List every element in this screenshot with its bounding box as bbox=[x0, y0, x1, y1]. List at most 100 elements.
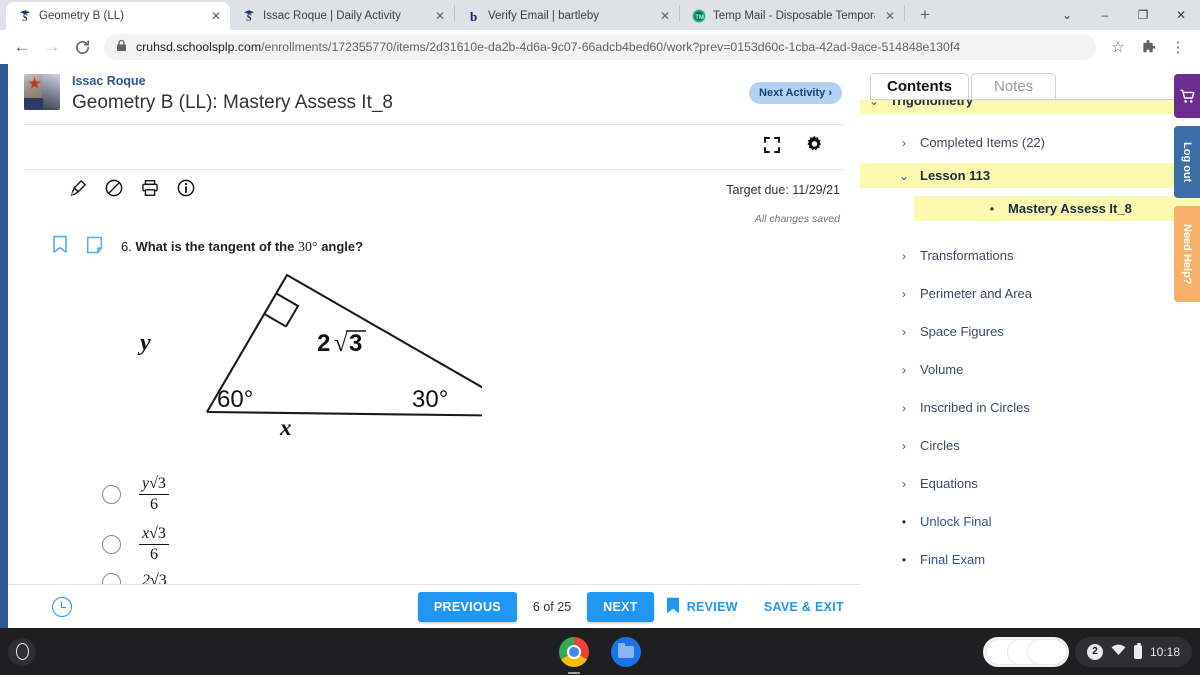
lock-icon bbox=[116, 39, 127, 55]
svg-text:60°: 60° bbox=[217, 386, 253, 413]
chrome-icon[interactable] bbox=[559, 636, 589, 674]
toc-label: Transformations bbox=[920, 248, 1014, 263]
browser-tab-title-1: Issac Roque | Daily Activity bbox=[263, 10, 401, 22]
maximize-icon[interactable]: ❐ bbox=[1124, 0, 1162, 30]
tab-notes[interactable]: Notes bbox=[971, 73, 1057, 100]
autosave-status: All changes saved bbox=[754, 213, 840, 225]
toc-label: Circles bbox=[920, 438, 960, 453]
fullscreen-icon[interactable] bbox=[763, 136, 781, 159]
toc-item-unlock-final[interactable]: • Unlock Final bbox=[860, 509, 1200, 534]
note-icon[interactable] bbox=[86, 236, 103, 259]
browser-tab-3[interactable]: TM Temp Mail - Disposable Tempora ✕ bbox=[680, 2, 904, 30]
minimize-icon[interactable]: – bbox=[1086, 0, 1124, 30]
next-button[interactable]: NEXT bbox=[587, 591, 654, 622]
toc-item-volume[interactable]: › Volume bbox=[860, 357, 1200, 382]
question-number: 6. bbox=[121, 238, 132, 254]
activity-bottom-bar: PREVIOUS 6 of 25 NEXT REVIEW SAVE & EXIT bbox=[8, 584, 860, 628]
close-icon[interactable]: ✕ bbox=[208, 8, 224, 24]
tab-strip: S Geometry B (LL) ✕ S Issac Roque | Dail… bbox=[0, 0, 1200, 30]
schoology-s-icon: S bbox=[17, 9, 32, 24]
page-title: Geometry B (LL): Mastery Assess It_8 bbox=[72, 92, 393, 113]
save-exit-button[interactable]: SAVE & EXIT bbox=[764, 600, 844, 614]
toc-item-lesson-113[interactable]: ⌄ Lesson 113 bbox=[860, 163, 1200, 188]
answer-choice-0[interactable]: y√3 6 bbox=[102, 469, 860, 519]
highlighter-icon[interactable] bbox=[68, 178, 88, 203]
schoology-s-icon: S bbox=[241, 9, 256, 24]
toc-item-equations[interactable]: › Equations bbox=[860, 471, 1200, 496]
choice-expression: x√3 6 bbox=[139, 525, 169, 564]
left-rail bbox=[0, 64, 8, 628]
chevron-right-icon: › bbox=[902, 400, 906, 415]
radio-button[interactable] bbox=[102, 484, 121, 504]
browser-tab-1[interactable]: S Issac Roque | Daily Activity ✕ bbox=[230, 2, 454, 30]
reload-icon[interactable] bbox=[68, 33, 96, 61]
avatar bbox=[24, 74, 60, 110]
toc-item-completed-items[interactable]: › Completed Items (22) bbox=[860, 130, 1200, 155]
toc-label: Perimeter and Area bbox=[920, 286, 1033, 301]
cart-icon[interactable] bbox=[1174, 74, 1200, 118]
browser-tab-2[interactable]: b Verify Email | bartleby ✕ bbox=[455, 2, 679, 30]
toc-item-mastery-assess-it-8[interactable]: • Mastery Assess It_8 bbox=[914, 196, 1200, 221]
clock-icon[interactable] bbox=[52, 596, 72, 617]
tempmail-icon: TM bbox=[691, 9, 706, 24]
gear-icon[interactable] bbox=[805, 135, 824, 159]
radio-button[interactable] bbox=[102, 534, 121, 554]
question-prompt-angle: 30° bbox=[297, 239, 318, 255]
triangle-figure: y 2 √ 3 60° 30° x bbox=[102, 263, 860, 443]
toc-item-transformations[interactable]: › Transformations bbox=[860, 243, 1200, 268]
address-bar-text: cruhsd.schoolsplp.com/enrollments/172355… bbox=[136, 40, 960, 54]
tab-contents[interactable]: Contents bbox=[870, 73, 969, 100]
new-tab-button[interactable]: + bbox=[911, 1, 939, 29]
page-body: Issac Roque Geometry B (LL): Mastery Ass… bbox=[0, 64, 1200, 628]
close-icon[interactable]: ✕ bbox=[882, 8, 898, 24]
chromeos-shelf: 2 10:18 bbox=[0, 628, 1200, 675]
back-icon[interactable]: ← bbox=[8, 33, 36, 61]
browser-tab-title-3: Temp Mail - Disposable Tempora bbox=[713, 10, 875, 22]
student-name[interactable]: Issac Roque bbox=[72, 74, 393, 89]
chevron-right-icon: › bbox=[902, 438, 906, 453]
forward-icon[interactable]: → bbox=[38, 33, 66, 61]
toc-item-perimeter-and-area[interactable]: › Perimeter and Area bbox=[860, 281, 1200, 306]
need-help-button[interactable]: Need Help? bbox=[1174, 206, 1200, 302]
puzzle-icon[interactable] bbox=[1134, 33, 1162, 61]
toc-label: Volume bbox=[920, 362, 964, 377]
svg-text:3: 3 bbox=[349, 330, 362, 357]
review-label: REVIEW bbox=[686, 599, 738, 614]
files-icon[interactable] bbox=[611, 636, 641, 667]
browser-tab-0[interactable]: S Geometry B (LL) ✕ bbox=[6, 2, 230, 30]
toc-item-space-figures[interactable]: › Space Figures bbox=[860, 319, 1200, 344]
browser-window: S Geometry B (LL) ✕ S Issac Roque | Dail… bbox=[0, 0, 1200, 628]
previous-button[interactable]: PREVIOUS bbox=[417, 591, 517, 622]
toc-item-final-exam[interactable]: • Final Exam bbox=[860, 547, 1200, 572]
toc-item-circles[interactable]: › Circles bbox=[860, 433, 1200, 458]
page-count: 6 of 25 bbox=[532, 599, 572, 614]
url-path: /enrollments/172355770/items/2d31610e-da… bbox=[261, 40, 961, 54]
toc-item-inscribed-in-circles[interactable]: › Inscribed in Circles bbox=[860, 395, 1200, 420]
info-icon[interactable] bbox=[176, 178, 196, 203]
chevron-down-icon[interactable]: ⌄ bbox=[1048, 0, 1086, 30]
next-activity-button[interactable]: Next Activity › bbox=[749, 82, 842, 104]
no-highlight-icon[interactable] bbox=[104, 178, 124, 203]
logout-button[interactable]: Log out bbox=[1174, 126, 1200, 198]
bookmark-icon[interactable] bbox=[52, 235, 68, 259]
browser-menu-icon[interactable]: ⋮ bbox=[1164, 33, 1192, 61]
bullet-icon: • bbox=[901, 552, 907, 567]
svg-text:2: 2 bbox=[317, 330, 330, 357]
chevron-right-icon: › bbox=[902, 248, 906, 263]
close-icon[interactable]: ✕ bbox=[432, 8, 448, 24]
address-bar[interactable]: cruhsd.schoolsplp.com/enrollments/172355… bbox=[104, 34, 1096, 60]
question-header: 6. What is the tangent of the 30° angle? bbox=[52, 235, 860, 259]
view-tools-row bbox=[8, 125, 860, 169]
review-button[interactable]: REVIEW bbox=[666, 597, 738, 617]
notification-stack[interactable] bbox=[982, 636, 1069, 667]
svg-text:S: S bbox=[246, 13, 252, 23]
close-icon[interactable]: ✕ bbox=[657, 8, 673, 24]
answer-choice-1[interactable]: x√3 6 bbox=[102, 519, 860, 569]
window-controls: ⌄ – ❐ ✕ bbox=[1048, 0, 1200, 30]
contents-sidebar: Contents Notes ⌄ Trigonometry › Complete… bbox=[860, 64, 1200, 628]
choice-numerator: x√3 bbox=[139, 525, 169, 545]
toc-label: Lesson 113 bbox=[920, 168, 991, 183]
print-icon[interactable] bbox=[140, 178, 160, 203]
close-window-icon[interactable]: ✕ bbox=[1162, 0, 1200, 30]
bookmark-star-icon[interactable]: ☆ bbox=[1104, 33, 1132, 61]
